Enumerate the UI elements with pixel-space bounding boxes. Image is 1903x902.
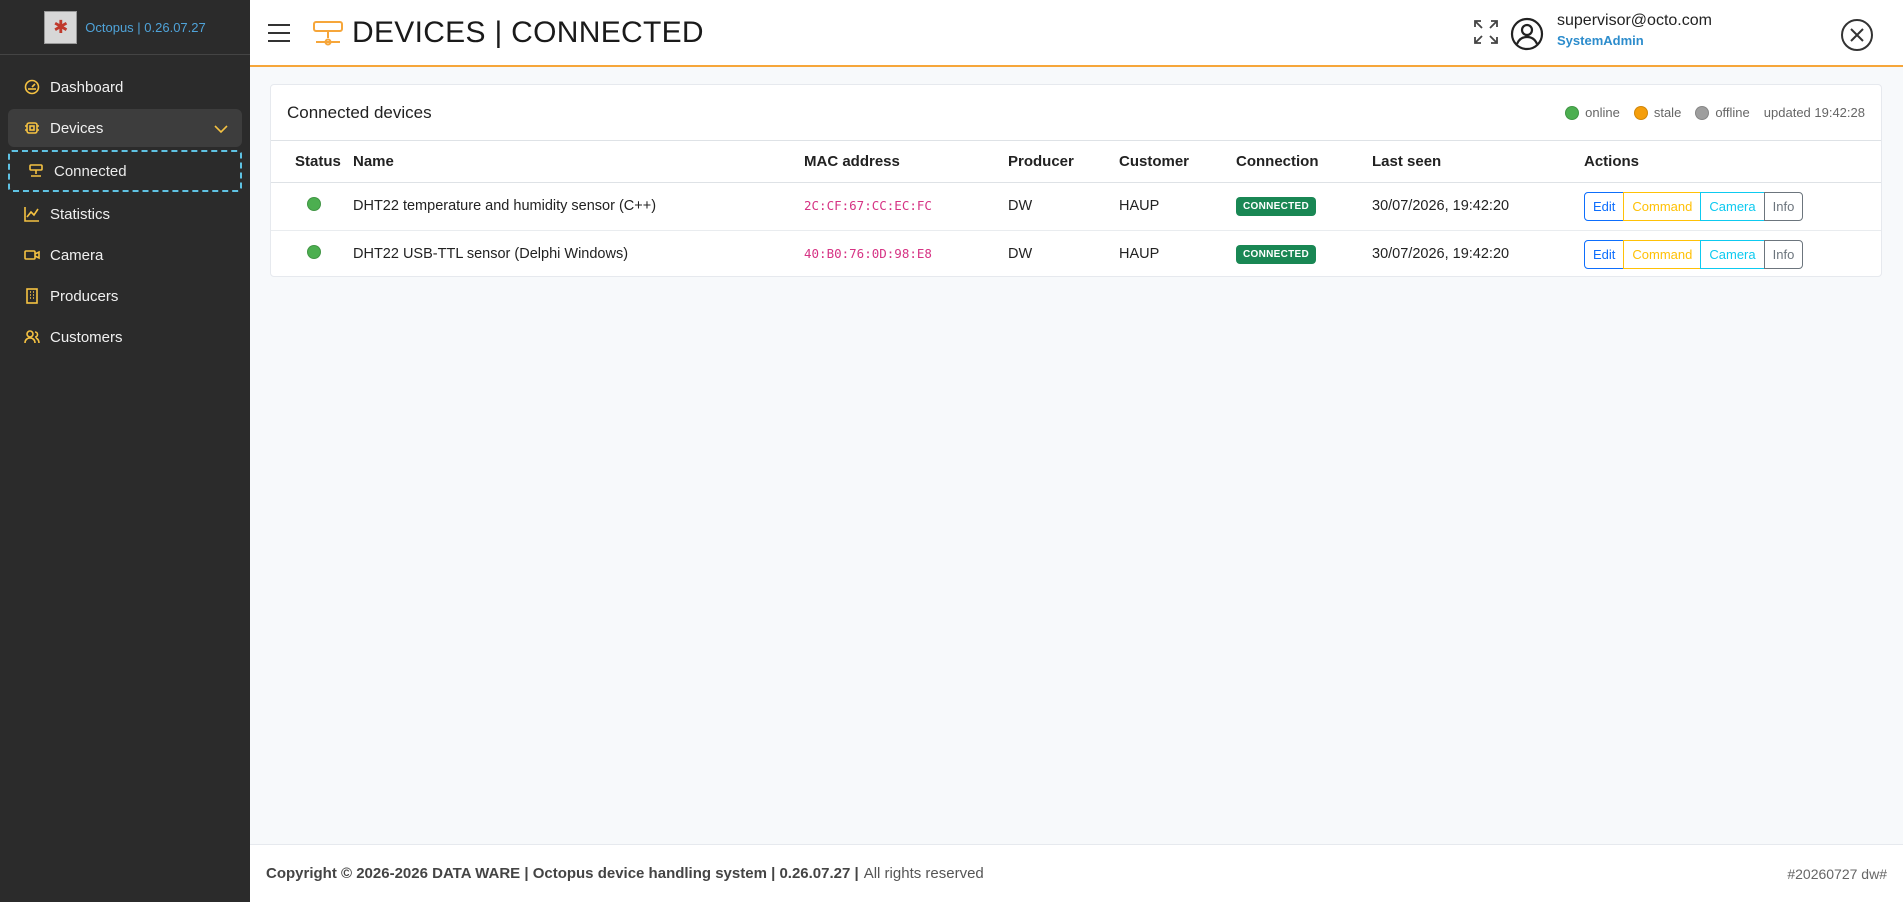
- card-header: Connected devices online stale offline u…: [271, 85, 1881, 141]
- sidebar-item-label: Customers: [50, 328, 123, 346]
- legend-offline: offline: [1695, 105, 1750, 120]
- sidebar-item-label: Dashboard: [50, 78, 124, 96]
- user-avatar-icon[interactable]: [1510, 17, 1544, 51]
- hamburger-menu-icon[interactable]: [268, 23, 290, 42]
- page-title: DEVICES | CONNECTED: [352, 15, 704, 49]
- legend-online: online: [1565, 105, 1620, 120]
- close-icon[interactable]: [1840, 18, 1874, 52]
- row-actions: Edit Command Camera Info: [1584, 191, 1804, 221]
- sidebar-item-dashboard[interactable]: Dashboard: [8, 68, 242, 106]
- column-header[interactable]: Connection: [1236, 141, 1372, 183]
- footer-build: #20260727 dw#: [1787, 865, 1887, 882]
- chip-icon: [24, 120, 40, 136]
- online-status-icon: [307, 245, 321, 260]
- mac-address: 40:B0:76:0D:98:E8: [804, 246, 932, 262]
- connection-badge: CONNECTED: [1236, 196, 1317, 216]
- row-actions: Edit Command Camera Info: [1584, 239, 1804, 269]
- last-seen: 30/07/2026, 19:42:20: [1372, 246, 1510, 263]
- network-icon: [312, 20, 344, 46]
- stale-dot-icon: [1633, 105, 1648, 120]
- sidebar-item-statistics[interactable]: Statistics: [8, 195, 242, 233]
- column-header[interactable]: Producer: [1008, 141, 1119, 183]
- fullscreen-icon[interactable]: [1472, 18, 1500, 46]
- chevron-down-icon[interactable]: [214, 121, 228, 138]
- sidebar-item-devices[interactable]: Devices: [8, 109, 242, 147]
- sidebar-item-camera[interactable]: Camera: [8, 236, 242, 274]
- brand[interactable]: ✱ Octopus | 0.26.07.27: [0, 0, 250, 55]
- octopus-logo: ✱: [44, 10, 78, 44]
- producer: DW: [1008, 246, 1033, 263]
- camera-icon: [24, 247, 40, 263]
- sidebar-item-label: Connected: [54, 162, 127, 180]
- network-icon: [28, 163, 44, 179]
- mac-address: 2C:CF:67:CC:EC:FC: [804, 198, 932, 213]
- status-legend: online stale offline updated 19:42:28: [1565, 105, 1865, 120]
- footer-copyright: Copyright © 2026-2026 DATA WARE | Octopu…: [266, 865, 859, 882]
- online-dot-icon: [1565, 105, 1580, 120]
- sidebar-item-customers[interactable]: Customers: [8, 318, 242, 356]
- camera-button[interactable]: Camera: [1700, 239, 1765, 269]
- customer: HAUP: [1119, 182, 1236, 231]
- brand-text: Octopus | 0.26.07.27: [85, 19, 206, 35]
- sidebar-item-label: Camera: [50, 246, 104, 264]
- sidebar-nav: Dashboard Devices Connected Statistics C…: [0, 55, 250, 356]
- updated-time: updated 19:42:28: [1763, 105, 1865, 120]
- last-seen: 30/07/2026, 19:42:20: [1372, 182, 1584, 231]
- user-info[interactable]: supervisor@octo.com SystemAdmin: [1557, 12, 1712, 48]
- devices-table: Status Name MAC address Producer Custome…: [271, 141, 1881, 278]
- table-header-row: Status Name MAC address Producer Custome…: [271, 141, 1881, 183]
- connected-devices-card: Connected devices online stale offline u…: [270, 84, 1882, 277]
- user-role: SystemAdmin: [1557, 33, 1644, 48]
- offline-dot-icon: [1695, 105, 1710, 120]
- edit-button[interactable]: Edit: [1584, 191, 1625, 221]
- building-icon: [24, 288, 40, 304]
- footer: Copyright © 2026-2026 DATA WARE | Octopu…: [250, 844, 1903, 902]
- device-name: DHT22 temperature and humidity sensor (C…: [353, 182, 804, 231]
- customer: HAUP: [1119, 246, 1160, 263]
- column-header[interactable]: Status: [271, 141, 353, 183]
- command-button[interactable]: Command: [1623, 191, 1702, 221]
- sidebar-item-connected[interactable]: Connected: [8, 150, 242, 192]
- sidebar-item-label: Devices: [50, 119, 104, 137]
- info-button[interactable]: Info: [1763, 191, 1804, 221]
- footer-rights: All rights reserved: [863, 865, 984, 882]
- top-header: DEVICES | CONNECTED supervisor@octo.com …: [250, 0, 1903, 67]
- command-button[interactable]: Command: [1623, 239, 1702, 269]
- sidebar-item-label: Statistics: [50, 205, 111, 223]
- card-title: Connected devices: [287, 102, 432, 122]
- edit-button[interactable]: Edit: [1584, 239, 1625, 269]
- column-header[interactable]: Last seen: [1372, 141, 1584, 183]
- column-header[interactable]: Name: [353, 141, 804, 183]
- column-header[interactable]: Customer: [1119, 141, 1236, 183]
- info-button[interactable]: Info: [1763, 239, 1804, 269]
- sidebar: ✱ Octopus | 0.26.07.27 Dashboard Devices…: [0, 0, 250, 902]
- device-name: DHT22 USB-TTL sensor (Delphi Windows): [353, 246, 629, 263]
- column-header[interactable]: MAC address: [804, 141, 1008, 183]
- people-icon: [24, 329, 40, 345]
- dashboard-icon: [24, 79, 40, 95]
- connection-badge: CONNECTED: [1236, 244, 1317, 264]
- online-status-icon: [307, 197, 321, 211]
- camera-button[interactable]: Camera: [1700, 191, 1765, 221]
- producer: DW: [1008, 182, 1119, 231]
- user-email: supervisor@octo.com: [1557, 12, 1712, 29]
- sidebar-item-label: Producers: [50, 287, 119, 305]
- chart-icon: [24, 206, 40, 222]
- legend-stale: stale: [1633, 105, 1681, 120]
- sidebar-item-producers[interactable]: Producers: [8, 277, 242, 315]
- column-header: Actions: [1584, 141, 1881, 183]
- table-row[interactable]: DHT22 USB-TTL sensor (Delphi Windows) 40…: [271, 230, 1881, 278]
- table-row[interactable]: DHT22 temperature and humidity sensor (C…: [271, 182, 1881, 231]
